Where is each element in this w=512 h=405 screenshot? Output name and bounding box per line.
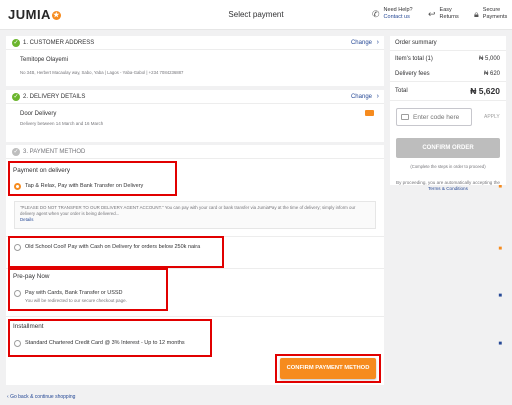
ticket-icon — [401, 114, 409, 120]
items-total-value: ₦ 5,000 — [478, 56, 500, 62]
highlight-installment — [8, 319, 212, 357]
delivery-step-title: 2. DELIVERY DETAILS — [23, 94, 86, 100]
customer-address-line: No 34B, Herbert Macaulay way, Sabo, Yaba… — [20, 70, 184, 75]
delivery-method: Door Delivery — [20, 111, 57, 117]
order-summary-title: Order summary — [395, 40, 437, 46]
details-link[interactable]: Details — [20, 217, 33, 222]
card-brand-icon: ■ — [498, 293, 502, 299]
returns-info[interactable]: ↩ Easy Returns — [428, 7, 459, 21]
customer-address-section: ✓ 1. CUSTOMER ADDRESS Change › Temitope … — [6, 36, 384, 86]
lock-icon: 🔒︎ — [474, 8, 479, 19]
contact-us-link[interactable]: Contact us — [384, 14, 413, 21]
divider — [390, 50, 506, 51]
back-to-shopping-link[interactable]: ‹ Go back & continue shopping — [7, 394, 75, 400]
check-icon: ✓ — [12, 148, 20, 156]
check-icon: ✓ — [12, 39, 20, 47]
delivery-details-section: ✓ 2. DELIVERY DETAILS Change › Door Deli… — [6, 90, 384, 142]
total-value: ₦ 5,620 — [470, 86, 500, 96]
highlight-cash-option — [8, 236, 224, 268]
back-link-label: Go back & continue shopping — [10, 394, 76, 400]
secure-payments-info[interactable]: 🔒︎ Secure Payments — [474, 7, 507, 21]
cash-icon: ■ — [498, 246, 502, 252]
returns-label-1: Easy — [439, 7, 452, 13]
help-label: Need Help? — [383, 7, 413, 13]
total-label: Total — [395, 88, 408, 94]
chevron-right-icon[interactable]: › — [377, 93, 379, 100]
secure-label-2: Payments — [482, 14, 508, 20]
delivery-window: Delivery between 14 March and 16 March — [20, 121, 104, 126]
divider — [390, 100, 506, 101]
items-total-row: Item's total (1) ₦ 5,000 — [395, 56, 500, 62]
check-icon: ✓ — [12, 93, 20, 101]
highlight-prepay — [8, 268, 168, 311]
complete-steps-note: (Complete the steps in order to proceed) — [410, 164, 486, 169]
divider — [390, 81, 506, 82]
promo-code-field[interactable] — [396, 108, 472, 126]
highlight-confirm-button — [275, 354, 381, 383]
address-step-title: 1. CUSTOMER ADDRESS — [23, 40, 95, 46]
payment-step-title: 3. PAYMENT METHOD — [23, 149, 86, 155]
confirm-order-button[interactable]: CONFIRM ORDER — [396, 138, 500, 158]
chevron-right-icon[interactable]: › — [377, 39, 379, 46]
help-link[interactable]: ✆ Need Help? Contact us — [372, 7, 413, 21]
items-total-label: Item's total (1) — [395, 56, 433, 62]
delivery-notice: "PLEASE DO NOT TRANSFER TO OUR DELIVERY … — [14, 201, 376, 229]
promo-code-input[interactable] — [413, 113, 467, 121]
delivery-fees-row: Delivery fees ₦ 620 — [395, 71, 500, 77]
phone-icon: ✆ — [372, 8, 380, 19]
returns-label-2: Returns — [439, 14, 459, 20]
highlight-payment-on-delivery — [8, 161, 177, 196]
secure-label-1: Secure — [482, 7, 501, 13]
return-arrow-icon: ↩ — [428, 8, 436, 19]
change-address-link[interactable]: Change — [351, 40, 372, 46]
delivery-truck-icon — [365, 110, 374, 116]
notice-text: "PLEASE DO NOT TRANSFER TO OUR DELIVERY … — [20, 205, 356, 216]
terms-link[interactable]: Terms & Conditions — [428, 186, 468, 191]
delivery-fees-label: Delivery fees — [395, 71, 430, 77]
top-header: JUMIA ★ Select payment ✆ Need Help? Conta… — [0, 0, 512, 30]
terms-text: By proceeding, you are automatically acc… — [396, 180, 500, 185]
change-delivery-link[interactable]: Change — [351, 94, 372, 100]
delivery-fees-value: ₦ 620 — [483, 71, 500, 77]
terms-notice: By proceeding, you are automatically acc… — [390, 180, 506, 192]
total-row: Total ₦ 5,620 — [395, 86, 500, 96]
apply-button[interactable]: APPLY — [484, 114, 500, 120]
divider — [6, 316, 384, 317]
bank-card-icon: ■ — [498, 341, 502, 347]
customer-name: Temitope Olayemi — [20, 57, 69, 63]
